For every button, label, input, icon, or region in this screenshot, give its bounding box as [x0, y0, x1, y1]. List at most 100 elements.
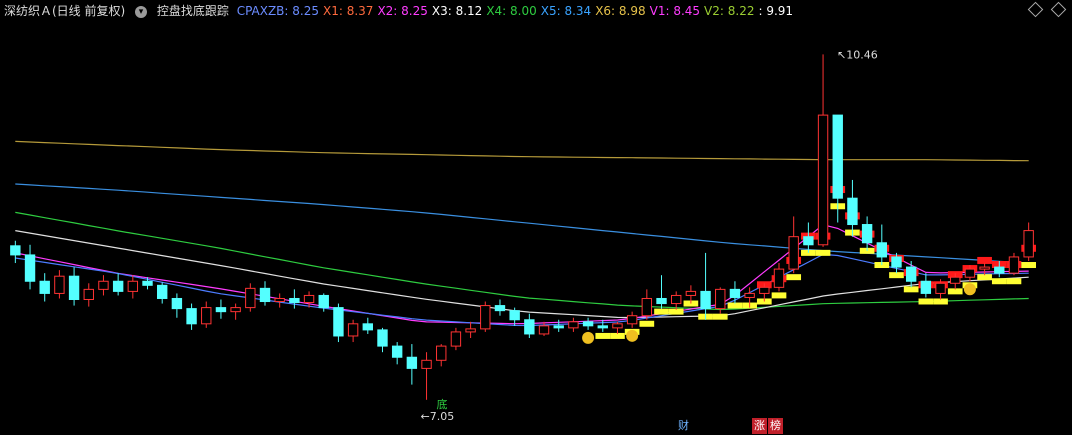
- control-band-yellow: [712, 313, 728, 320]
- indicator-values: CPAXZB: 8.25 X1: 8.37 X2: 8.25 X3: 8.12 X4: …: [237, 4, 797, 18]
- control-band-yellow: [991, 278, 1007, 285]
- indicator-value-x4: X4: 8.00: [486, 4, 537, 18]
- chart-header: 深纺织Ａ(日线 前复权) ▾ 控盘找底跟踪 CPAXZB: 8.25 X1: 8.…: [0, 0, 1072, 22]
- indicator-value-x6: X6: 8.98: [595, 4, 646, 18]
- candle-down: [362, 323, 373, 331]
- candle-up: [274, 297, 285, 303]
- candle-up: [773, 268, 785, 288]
- indicator-value-x3: X3: 8.12: [431, 4, 483, 18]
- candle-down: [994, 266, 1005, 274]
- ma-line-x6: [15, 140, 1029, 162]
- bottom-marker: 底: [437, 397, 448, 411]
- candle-down: [905, 266, 917, 282]
- indicator-value-v2: V2: 8.22: [704, 4, 755, 18]
- candle-up: [1023, 230, 1034, 258]
- indicator-value-cpaxzb: CPAXZB: 8.25: [236, 4, 319, 18]
- candle-up: [671, 294, 682, 305]
- candle-up: [964, 268, 976, 278]
- low-price-label: ←7.05: [421, 410, 455, 423]
- candle-up: [1008, 256, 1020, 274]
- candle-down: [259, 287, 271, 303]
- candle-down: [24, 254, 36, 282]
- candle-down: [582, 321, 594, 327]
- candle-down: [803, 236, 814, 246]
- candle-up: [480, 305, 491, 330]
- candle-up: [817, 114, 829, 246]
- candle-up: [201, 307, 212, 325]
- candle-down: [112, 280, 124, 292]
- candle-down: [289, 297, 300, 304]
- candle-up: [538, 325, 550, 335]
- candle-up: [626, 315, 638, 325]
- candle-down: [10, 245, 21, 256]
- candle-down: [494, 305, 506, 312]
- candle-up: [421, 359, 432, 369]
- indicator-value-x5: X5: 8.34: [540, 4, 592, 18]
- candle-up: [303, 294, 315, 304]
- candle-down: [377, 329, 388, 347]
- ranking-badge[interactable]: 榜: [768, 418, 783, 434]
- candle-down: [406, 356, 418, 369]
- control-band-yellow: [771, 292, 787, 299]
- indicator-value-extra: : 9.91: [758, 4, 794, 18]
- candle-down: [509, 310, 520, 321]
- candle-up: [54, 275, 65, 294]
- indicator-value-x2: X2: 8.25: [377, 4, 428, 18]
- candle-up: [347, 323, 359, 337]
- candle-up: [465, 328, 476, 333]
- candle-down: [391, 345, 403, 358]
- candle-down: [832, 114, 843, 199]
- candlestick-chart[interactable]: ↖10.46 ←7.05底: [0, 0, 1072, 435]
- candle-up: [568, 321, 579, 329]
- smiley-icon: [963, 283, 976, 296]
- candle-down: [333, 307, 344, 337]
- candle-up: [715, 288, 726, 310]
- candle-down: [700, 290, 711, 310]
- candle-up: [979, 266, 990, 270]
- candle-down: [876, 242, 887, 258]
- control-band-yellow: [595, 332, 611, 339]
- candle-down: [891, 256, 902, 268]
- candle-up: [788, 236, 799, 270]
- candle-down: [142, 280, 153, 286]
- chevron-down-icon[interactable]: ▾: [135, 5, 148, 18]
- smiley-icon: [582, 331, 595, 344]
- candle-up: [759, 286, 770, 294]
- control-band-red: [977, 256, 992, 264]
- candle-down: [729, 288, 741, 298]
- candle-down: [847, 197, 858, 226]
- candle-down: [553, 325, 564, 329]
- indicator-value-v1: V1: 8.45: [649, 4, 701, 18]
- candle-down: [39, 280, 50, 294]
- stock-title[interactable]: 深纺织Ａ(日线 前复权): [4, 4, 125, 18]
- control-band-yellow: [1021, 262, 1036, 269]
- smiley-icon: [626, 329, 639, 342]
- control-band-yellow: [918, 298, 934, 305]
- candle-up: [935, 282, 946, 294]
- candle-down: [215, 307, 227, 313]
- control-band-yellow: [786, 274, 802, 281]
- candle-up: [127, 280, 139, 292]
- control-band-yellow: [815, 249, 831, 256]
- candle-down: [861, 224, 873, 244]
- candle-down: [157, 284, 168, 299]
- indicator-name[interactable]: 控盘找底跟踪: [157, 4, 229, 18]
- candle-down: [68, 275, 80, 300]
- control-band-yellow: [1006, 278, 1022, 285]
- candle-up: [83, 288, 94, 300]
- candle-down: [656, 297, 667, 305]
- control-band-yellow: [654, 308, 669, 315]
- candle-up: [641, 297, 653, 317]
- candle-up: [950, 276, 961, 284]
- candle-down: [186, 308, 197, 325]
- candle-up: [744, 292, 755, 298]
- candle-up: [436, 345, 447, 361]
- candle-down: [318, 294, 329, 309]
- finance-badge[interactable]: 财: [676, 418, 691, 434]
- candle-up: [450, 331, 462, 347]
- candle-down: [524, 319, 535, 335]
- candle-up: [685, 290, 697, 296]
- indicator-value-x1: X1: 8.37: [323, 4, 374, 18]
- limit-up-badge[interactable]: 涨: [752, 418, 767, 434]
- control-band-yellow: [639, 320, 655, 327]
